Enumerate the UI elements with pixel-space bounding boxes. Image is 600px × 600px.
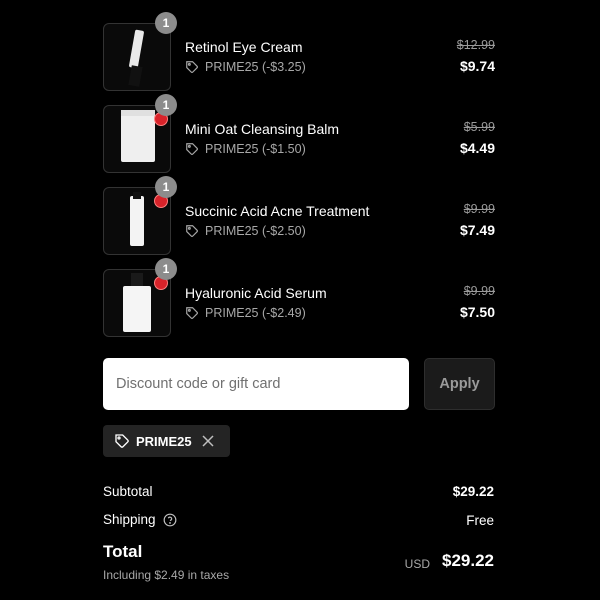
- subtotal-value: $29.22: [452, 484, 494, 499]
- item-discount: PRIME25 (-$2.49): [185, 306, 306, 320]
- item-price: $9.74: [459, 58, 495, 74]
- quantity-badge: 1: [155, 94, 177, 116]
- item-discount-label: PRIME25 (-$2.49): [205, 306, 306, 320]
- subtotal-label: Subtotal: [103, 484, 153, 499]
- original-price: $5.99: [463, 120, 495, 134]
- cart-item: 1 Hyaluronic Acid Serum PRIME25 (-$2.49)…: [103, 258, 495, 337]
- item-name: Retinol Eye Cream: [185, 39, 303, 55]
- tag-icon: [186, 307, 198, 319]
- item-price: $7.50: [459, 304, 495, 320]
- item-name: Hyaluronic Acid Serum: [185, 285, 327, 301]
- close-icon[interactable]: [202, 435, 214, 447]
- product-image: [103, 187, 171, 255]
- tag-icon: [186, 143, 198, 155]
- cart-item: 1 Succinic Acid Acne Treatment PRIME25 (…: [103, 176, 495, 255]
- product-image: [103, 269, 171, 337]
- discount-code-input[interactable]: [103, 358, 409, 410]
- shipping-row: Shipping: [103, 512, 177, 527]
- tag-icon: [186, 61, 198, 73]
- help-circle-icon[interactable]: [163, 513, 177, 527]
- item-discount: PRIME25 (-$1.50): [185, 142, 306, 156]
- item-discount: PRIME25 (-$3.25): [185, 60, 306, 74]
- total-value: $29.22: [442, 551, 494, 570]
- item-name: Mini Oat Cleansing Balm: [185, 121, 340, 137]
- cart-item: 1 Retinol Eye Cream PRIME25 (-$3.25) $12…: [103, 12, 495, 91]
- cart-item: 1 Mini Oat Cleansing Balm PRIME25 (-$1.5…: [103, 94, 495, 173]
- original-price: $9.99: [463, 284, 495, 298]
- applied-code-label: PRIME25: [136, 433, 192, 449]
- item-name: Succinic Acid Acne Treatment: [185, 203, 370, 219]
- product-image: [103, 23, 171, 91]
- item-discount-label: PRIME25 (-$2.50): [205, 224, 306, 238]
- applied-discount-chip: PRIME25: [103, 425, 230, 457]
- original-price: $12.99: [456, 38, 495, 52]
- tag-icon: [186, 225, 198, 237]
- shipping-label: Shipping: [103, 512, 156, 527]
- item-discount-label: PRIME25 (-$3.25): [205, 60, 306, 74]
- total-currency: USD: [404, 557, 430, 571]
- tag-icon: [115, 434, 129, 448]
- quantity-badge: 1: [155, 176, 177, 198]
- original-price: $9.99: [463, 202, 495, 216]
- apply-button[interactable]: Apply: [424, 358, 495, 410]
- quantity-badge: 1: [155, 258, 177, 280]
- quantity-badge: 1: [155, 12, 177, 34]
- total-label: Total: [103, 542, 143, 561]
- item-price: $7.49: [459, 222, 495, 238]
- tax-note: Including $2.49 in taxes: [103, 568, 230, 582]
- remove-discount-button[interactable]: [202, 435, 214, 447]
- shipping-value: Free: [466, 513, 494, 528]
- item-discount: PRIME25 (-$2.50): [185, 224, 306, 238]
- product-image: [103, 105, 171, 173]
- item-discount-label: PRIME25 (-$1.50): [205, 142, 306, 156]
- item-price: $4.49: [459, 140, 495, 156]
